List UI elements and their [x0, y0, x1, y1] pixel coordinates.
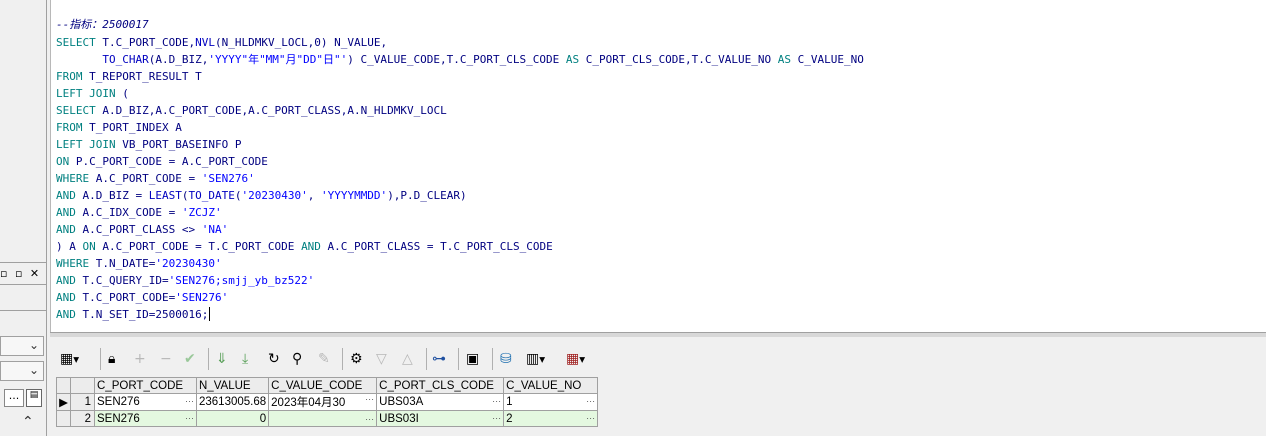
add-record-icon[interactable]: + — [134, 350, 146, 368]
tree-structure-icon[interactable]: ⊶ — [432, 350, 446, 368]
sql-editor[interactable]: --指标：2500017 SELECT T.C_PORT_CODE,NVL(N_… — [50, 0, 1266, 332]
cell-ellipsis-button[interactable]: ··· — [586, 413, 595, 423]
toolbar-separator — [100, 348, 101, 370]
table-cell[interactable]: 23613005.68 — [195, 393, 270, 411]
sql-line: AND T.N_SET_ID=2500016; — [56, 307, 211, 321]
panel-separator — [0, 310, 46, 311]
column-header[interactable]: C_VALUE_NO — [503, 377, 599, 394]
cell-ellipsis-button[interactable]: ··· — [185, 413, 194, 423]
column-header[interactable]: N_VALUE — [195, 377, 270, 394]
column-header[interactable]: C_VALUE_CODE — [268, 377, 378, 394]
post-check-icon[interactable]: ✔ — [184, 350, 196, 368]
table-cell[interactable]: 1 ··· — [503, 393, 599, 411]
row-number: 2 — [70, 410, 95, 427]
cell-ellipsis-button[interactable]: ··· — [365, 414, 374, 424]
sql-line: WHERE A.C_PORT_CODE = 'SEN276' — [56, 172, 255, 185]
row-marker — [56, 410, 71, 427]
toolbar-separator — [342, 348, 343, 370]
results-toolbar: ▦▾ 🔒︎ + − ✔ ⇓ ⤓ ↻ ⚲ ✎ ⚙ ▽ △ ⊶ ▣ ⛁ ▥▾ ▦▾ — [56, 346, 656, 374]
lock-icon[interactable]: 🔒︎ — [108, 350, 115, 368]
table-cell[interactable]: SEN276 ··· — [94, 410, 197, 427]
sql-line: ) A ON A.C_PORT_CODE = T.C_PORT_CODE AND… — [56, 240, 553, 253]
panel-dropdown[interactable]: ⌄ — [0, 336, 44, 356]
toolbar-separator — [492, 348, 493, 370]
find-binoculars-icon[interactable]: ⚲ — [292, 350, 302, 368]
panel-separator — [0, 284, 46, 285]
row-number: 1 — [70, 393, 95, 411]
sql-line: FROM T_REPORT_RESULT T — [56, 70, 202, 83]
table-cell[interactable]: 2023年04月30 ··· — [268, 393, 378, 411]
table-cell[interactable]: SEN276 ··· — [94, 393, 197, 411]
table-row[interactable]: ▶ 1 SEN276 ··· 23613005.68 2023年04月30 ··· … — [56, 393, 599, 411]
sql-line: AND T.C_PORT_CODE='SEN276' — [56, 291, 229, 304]
table-cell[interactable]: UBS03A ··· — [376, 393, 505, 411]
next-icon[interactable]: ▽ — [376, 350, 387, 368]
cell-ellipsis-button[interactable]: ··· — [365, 395, 374, 405]
table-cell[interactable]: ··· — [268, 410, 378, 427]
grid-header-row: C_PORT_CODE N_VALUE C_VALUE_CODE C_PORT_… — [56, 377, 599, 394]
grid-corner — [56, 377, 71, 394]
chevron-down-icon: ⌄ — [28, 338, 39, 352]
cell-ellipsis-button[interactable]: ··· — [586, 396, 595, 406]
sql-line: AND A.C_PORT_CLASS <> 'NA' — [56, 223, 229, 236]
clear-eraser-icon[interactable]: ✎ — [318, 350, 330, 368]
delete-record-icon[interactable]: − — [160, 350, 172, 368]
panel-dropdown[interactable]: ⌄ — [0, 361, 44, 381]
sql-line: AND T.C_QUERY_ID='SEN276;smjj_yb_bz522' — [56, 274, 315, 287]
results-grid: C_PORT_CODE N_VALUE C_VALUE_CODE C_PORT_… — [56, 377, 599, 427]
table-cell[interactable]: 2 ··· — [503, 410, 599, 427]
sql-comment: --指标：2500017 — [56, 18, 149, 31]
refresh-icon[interactable]: ↻ — [268, 350, 280, 368]
sql-line: AND A.D_BIZ = LEAST(TO_DATE('20230430', … — [56, 189, 467, 202]
grid-corner — [70, 377, 95, 394]
toolbar-separator — [426, 348, 427, 370]
sql-line: FROM T_PORT_INDEX A — [56, 121, 182, 134]
text-caret — [209, 307, 211, 321]
save-icon[interactable]: ▣ — [466, 350, 479, 368]
panel-window-buttons[interactable]: ▫ ▫ ✕ — [0, 267, 41, 280]
sql-line: ON P.C_PORT_CODE = A.C_PORT_CODE — [56, 155, 268, 168]
browse-button[interactable]: ... — [4, 389, 24, 407]
pane-splitter[interactable] — [50, 332, 1266, 337]
sql-line: LEFT JOIN ( — [56, 87, 129, 100]
grid-view-icon[interactable]: ▦▾ — [60, 350, 79, 368]
sql-line: SELECT A.D_BIZ,A.C_PORT_CODE,A.C_PORT_CL… — [56, 104, 447, 117]
chevron-up-icon[interactable]: ⌃ — [22, 414, 34, 430]
left-panel: ▫ ▫ ✕ ⌄ ⌄ ... ▤ ⌃ — [0, 0, 47, 436]
sql-line: TO_CHAR(A.D_BIZ,'YYYY"年"MM"月"DD"日"') C_V… — [56, 53, 864, 66]
table-row[interactable]: 2 SEN276 ··· 0 ··· UBS03I ··· 2 ··· — [56, 410, 599, 427]
column-header[interactable]: C_PORT_CLS_CODE — [376, 377, 505, 394]
database-icon[interactable]: ⛁ — [500, 350, 512, 368]
toolbar-separator — [208, 348, 209, 370]
export-table-icon[interactable]: ▦▾ — [566, 350, 585, 368]
chevron-down-icon: ⌄ — [28, 363, 39, 377]
previous-icon[interactable]: △ — [402, 350, 413, 368]
sql-line: LEFT JOIN VB_PORT_BASEINFO P — [56, 138, 242, 151]
panel-separator — [0, 262, 46, 263]
toolbar-separator — [458, 348, 459, 370]
table-cell[interactable]: 0 — [195, 410, 270, 427]
fetch-next-icon[interactable]: ⇓ — [216, 350, 228, 368]
current-row-marker: ▶ — [56, 393, 71, 411]
cell-ellipsis-button[interactable]: ··· — [492, 396, 501, 406]
query-by-example-icon[interactable]: ⚙ — [350, 350, 363, 368]
table-cell[interactable]: UBS03I ··· — [376, 410, 505, 427]
chart-icon[interactable]: ▥▾ — [526, 350, 545, 368]
document-icon[interactable]: ▤ — [26, 389, 42, 407]
sql-line: AND A.C_IDX_CODE = 'ZCJZ' — [56, 206, 222, 219]
cell-ellipsis-button[interactable]: ··· — [185, 396, 194, 406]
column-header[interactable]: C_PORT_CODE — [94, 377, 197, 394]
sql-line: SELECT T.C_PORT_CODE,NVL(N_HLDMKV_LOCL,0… — [56, 36, 388, 49]
sql-line: WHERE T.N_DATE='20230430' — [56, 257, 222, 270]
cell-ellipsis-button[interactable]: ··· — [492, 413, 501, 423]
fetch-last-icon[interactable]: ⤓ — [242, 350, 248, 368]
